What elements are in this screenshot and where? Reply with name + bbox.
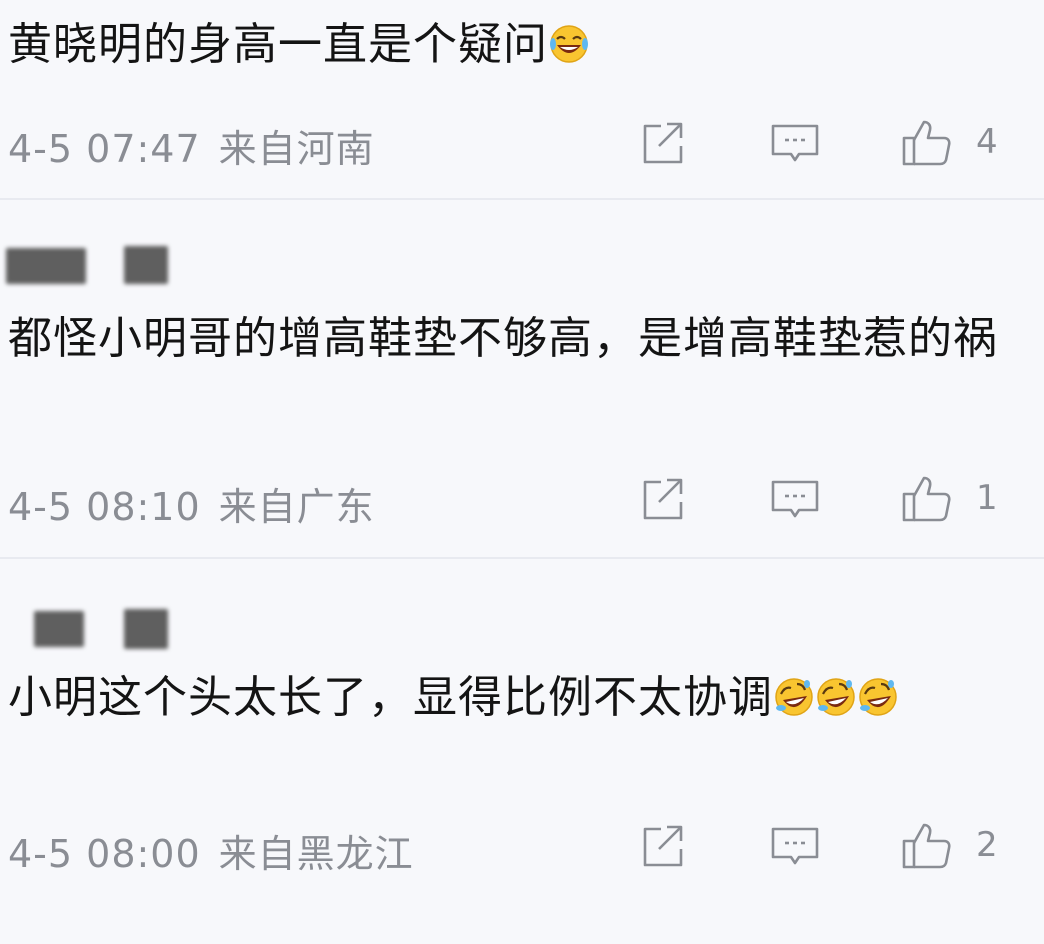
thumbs-up-icon[interactable]	[900, 819, 952, 871]
comment-date: 4-5 08:00	[8, 832, 201, 876]
comment-icon[interactable]	[769, 474, 821, 526]
comment-location: 来自广东	[218, 485, 375, 529]
rolling-laughing-emoji-icon	[816, 677, 856, 717]
like-count: 1	[976, 478, 998, 518]
comment-meta: 4-5 08:10 来自广东	[8, 476, 375, 531]
share-icon[interactable]	[637, 118, 689, 170]
comment-text: 小明这个头太长了，显得比例不太协调	[8, 667, 1014, 729]
thumbs-up-icon[interactable]	[900, 472, 952, 524]
thumbs-up-icon[interactable]	[900, 116, 952, 168]
comment-location: 来自黑龙江	[218, 832, 414, 876]
rolling-laughing-emoji-icon	[774, 677, 814, 717]
comment-date: 4-5 07:47	[8, 127, 201, 171]
comment-location: 来自河南	[218, 127, 375, 171]
username-redacted	[6, 248, 86, 284]
comment-item: 都怪小明哥的增高鞋垫不够高，是增高鞋垫惹的祸 4-5 08:10 来自广东 1	[0, 200, 1044, 557]
rolling-laughing-emoji-icon	[858, 677, 898, 717]
comment-icon[interactable]	[769, 118, 821, 170]
comment-item: 黄晓明的身高一直是个疑问 4-5 07:47 来自河南 4	[0, 0, 1044, 198]
comment-icon[interactable]	[769, 821, 821, 873]
like-count: 4	[976, 122, 998, 162]
share-icon[interactable]	[637, 821, 689, 873]
comment-item: 小明这个头太长了，显得比例不太协调 4-5 08:00 来自黑龙江 2	[0, 559, 1044, 944]
comment-meta: 4-5 08:00 来自黑龙江	[8, 823, 414, 878]
comment-text-body: 都怪小明哥的增高鞋垫不够高，是增高鞋垫惹的祸	[8, 313, 998, 364]
comment-date: 4-5 08:10	[8, 485, 201, 529]
avatar-badge-redacted	[124, 609, 168, 649]
laugh-crying-emoji-icon	[548, 24, 590, 64]
share-icon[interactable]	[637, 474, 689, 526]
username-redacted	[34, 611, 84, 647]
comment-text-body: 黄晓明的身高一直是个疑问	[8, 19, 548, 70]
comment-meta: 4-5 07:47 来自河南	[8, 118, 375, 173]
comment-text: 黄晓明的身高一直是个疑问	[8, 14, 1014, 76]
avatar-badge-redacted	[124, 246, 168, 284]
like-count: 2	[976, 825, 998, 865]
comment-text-body: 小明这个头太长了，显得比例不太协调	[8, 672, 773, 723]
comment-text: 都怪小明哥的增高鞋垫不够高，是增高鞋垫惹的祸	[8, 308, 1014, 370]
